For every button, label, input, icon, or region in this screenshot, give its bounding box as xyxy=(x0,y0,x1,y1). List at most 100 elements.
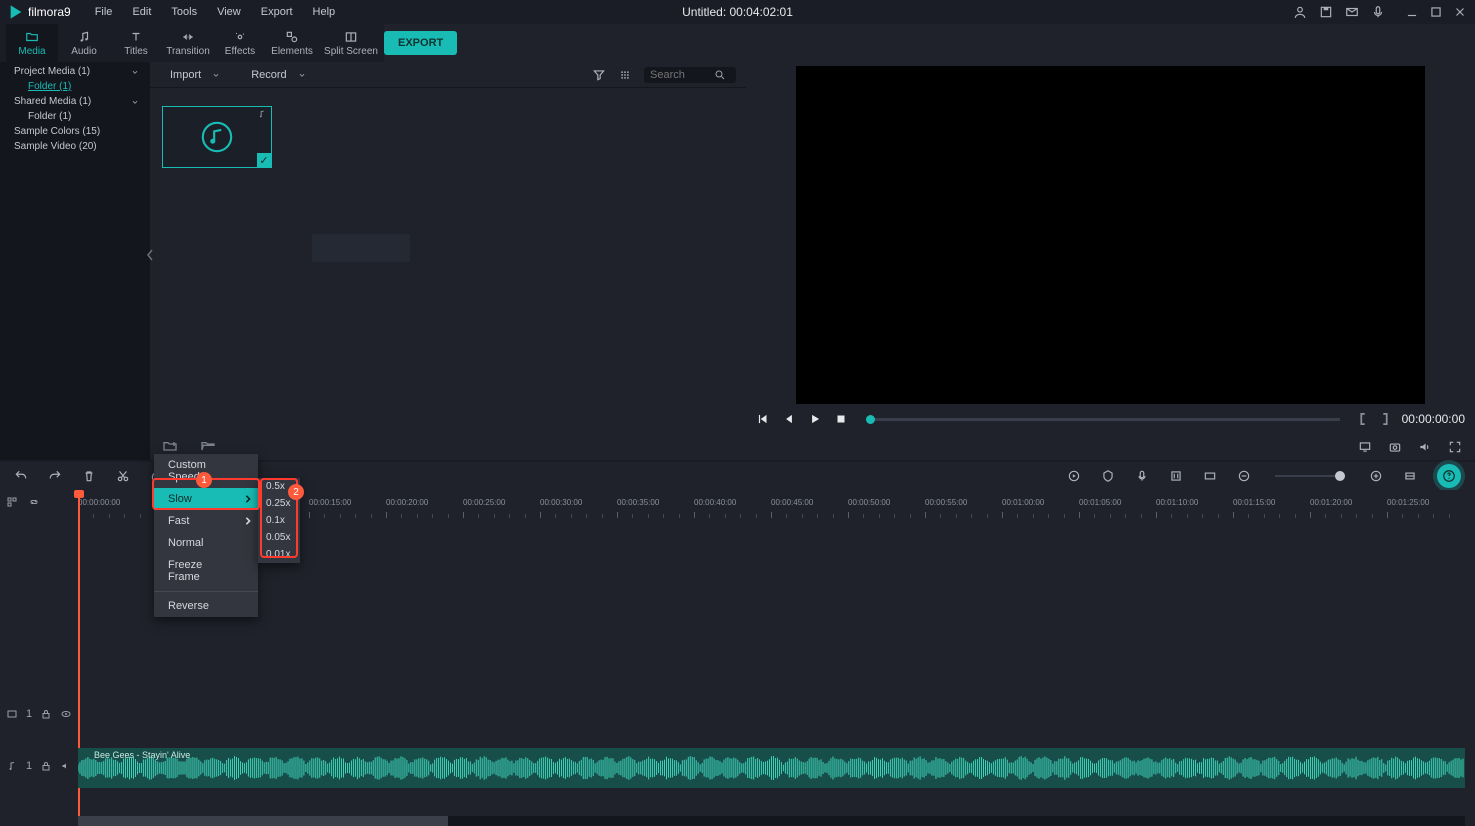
tab-split-screen[interactable]: Split Screen xyxy=(318,24,384,62)
tab-titles[interactable]: Titles xyxy=(110,24,162,62)
export-button[interactable]: EXPORT xyxy=(384,31,457,55)
cut-icon[interactable] xyxy=(116,469,130,483)
zoom-slider-thumb[interactable] xyxy=(1335,471,1345,481)
mark-in-icon[interactable] xyxy=(1358,413,1368,425)
marker-icon[interactable] xyxy=(1101,469,1115,483)
tab-media[interactable]: Media xyxy=(6,24,58,62)
sidebar-item-sample-video[interactable]: Sample Video (20) xyxy=(0,139,150,154)
render-icon[interactable] xyxy=(1067,469,1081,483)
record-dropdown[interactable]: Record xyxy=(251,69,306,81)
close-icon[interactable] xyxy=(1453,5,1467,19)
player-timecode: 00:00:00:00 xyxy=(1402,412,1465,426)
account-icon[interactable] xyxy=(1293,5,1307,19)
lock-icon[interactable] xyxy=(40,708,52,720)
menu-tools[interactable]: Tools xyxy=(161,2,207,22)
scrub-head[interactable] xyxy=(866,415,875,424)
zoom-fit-icon[interactable] xyxy=(1403,469,1417,483)
title-bar: filmora9 File Edit Tools View Export Hel… xyxy=(0,0,1475,24)
media-panel: Import Record ✓ xyxy=(150,62,746,460)
zoom-slider[interactable] xyxy=(1275,475,1345,477)
step-back-button[interactable] xyxy=(782,412,796,426)
chevron-right-icon xyxy=(244,517,252,525)
menu-export[interactable]: Export xyxy=(251,2,303,22)
delete-icon[interactable] xyxy=(82,469,96,483)
maximize-icon[interactable] xyxy=(1429,5,1443,19)
ctx-freeze-frame[interactable]: Freeze Frame xyxy=(154,554,258,588)
play-button[interactable] xyxy=(808,412,822,426)
zoom-out-icon[interactable] xyxy=(1237,469,1251,483)
fullscreen-icon[interactable] xyxy=(1447,440,1463,454)
menu-help[interactable]: Help xyxy=(303,2,346,22)
tab-elements[interactable]: Elements xyxy=(266,24,318,62)
redo-icon[interactable] xyxy=(48,469,62,483)
scrollbar-thumb[interactable] xyxy=(78,816,448,826)
video-track-header[interactable]: 1 xyxy=(6,708,72,720)
display-icon[interactable] xyxy=(1357,440,1373,454)
search-icon xyxy=(714,69,726,81)
ctx-slow[interactable]: Slow xyxy=(154,488,258,510)
snapshot-icon[interactable] xyxy=(1387,440,1403,454)
mail-icon[interactable] xyxy=(1345,5,1359,19)
ruler-label: 00:00:30:00 xyxy=(540,498,582,507)
audio-clip[interactable] xyxy=(78,748,1465,788)
folder-open-icon[interactable] xyxy=(198,438,218,454)
slow-option-01x[interactable]: 0.1x xyxy=(258,512,300,529)
save-icon[interactable] xyxy=(1319,5,1333,19)
link-icon[interactable] xyxy=(28,496,40,508)
help-button[interactable] xyxy=(1437,464,1461,488)
menu-view[interactable]: View xyxy=(207,2,251,22)
manage-tracks-icon[interactable] xyxy=(6,496,18,508)
tab-transition[interactable]: Transition xyxy=(162,24,214,62)
sidebar-item-project-media[interactable]: Project Media (1) xyxy=(0,64,150,79)
audio-track-header[interactable]: 1 xyxy=(6,760,72,772)
mixer-icon[interactable] xyxy=(1169,469,1183,483)
app-name: filmora9 xyxy=(28,5,71,19)
music-note-icon xyxy=(76,30,92,44)
filter-icon[interactable] xyxy=(592,68,606,82)
import-dropdown[interactable]: Import xyxy=(170,69,221,81)
speaker-icon[interactable] xyxy=(60,760,72,772)
new-folder-icon[interactable] xyxy=(160,438,180,454)
lock-icon[interactable] xyxy=(40,760,52,772)
voiceover-icon[interactable] xyxy=(1135,469,1149,483)
sidebar-item-sample-colors[interactable]: Sample Colors (15) xyxy=(0,124,150,139)
eye-icon[interactable] xyxy=(60,708,72,720)
prev-frame-button[interactable] xyxy=(756,412,770,426)
aspect-icon[interactable] xyxy=(1203,469,1217,483)
minimize-icon[interactable] xyxy=(1405,5,1419,19)
search-input[interactable] xyxy=(650,69,714,81)
ctx-reverse[interactable]: Reverse xyxy=(154,595,258,617)
note-badge-icon xyxy=(257,109,267,119)
sidebar-item-folder-2[interactable]: Folder (1) xyxy=(0,109,150,124)
timeline-scrollbar[interactable] xyxy=(78,816,1465,826)
sidebar-item-folder-1[interactable]: Folder (1) xyxy=(0,79,150,94)
grid-view-icon[interactable] xyxy=(618,68,632,82)
ruler-label: 00:00:20:00 xyxy=(386,498,428,507)
menu-edit[interactable]: Edit xyxy=(122,2,161,22)
ruler-label: 00:00:15:00 xyxy=(309,498,351,507)
scrub-bar[interactable] xyxy=(866,418,1340,421)
sidebar-item-shared-media[interactable]: Shared Media (1) xyxy=(0,94,150,109)
volume-icon[interactable] xyxy=(1417,440,1433,454)
preview-viewport[interactable] xyxy=(796,66,1425,404)
question-icon xyxy=(1442,469,1456,483)
stop-button[interactable] xyxy=(834,412,848,426)
slow-option-005x[interactable]: 0.05x xyxy=(258,529,300,546)
undo-icon[interactable] xyxy=(14,469,28,483)
media-clip-audio[interactable]: ✓ xyxy=(162,106,272,168)
ruler-label: 00:00:45:00 xyxy=(771,498,813,507)
menu-file[interactable]: File xyxy=(85,2,123,22)
mic-icon[interactable] xyxy=(1371,5,1385,19)
ruler-label: 00:00:00:00 xyxy=(78,498,120,507)
ruler-label: 00:00:50:00 xyxy=(848,498,890,507)
tab-effects[interactable]: Effects xyxy=(214,24,266,62)
mark-out-icon[interactable] xyxy=(1380,413,1390,425)
media-sidebar: Project Media (1) Folder (1) Shared Medi… xyxy=(0,62,150,460)
tab-audio[interactable]: Audio xyxy=(58,24,110,62)
ctx-normal[interactable]: Normal xyxy=(154,532,258,554)
slow-option-001x[interactable]: 0.01x xyxy=(258,546,300,563)
zoom-in-icon[interactable] xyxy=(1369,469,1383,483)
search-field[interactable] xyxy=(644,67,736,83)
ctx-fast[interactable]: Fast xyxy=(154,510,258,532)
preview-panel: 00:00:00:00 xyxy=(746,62,1475,460)
